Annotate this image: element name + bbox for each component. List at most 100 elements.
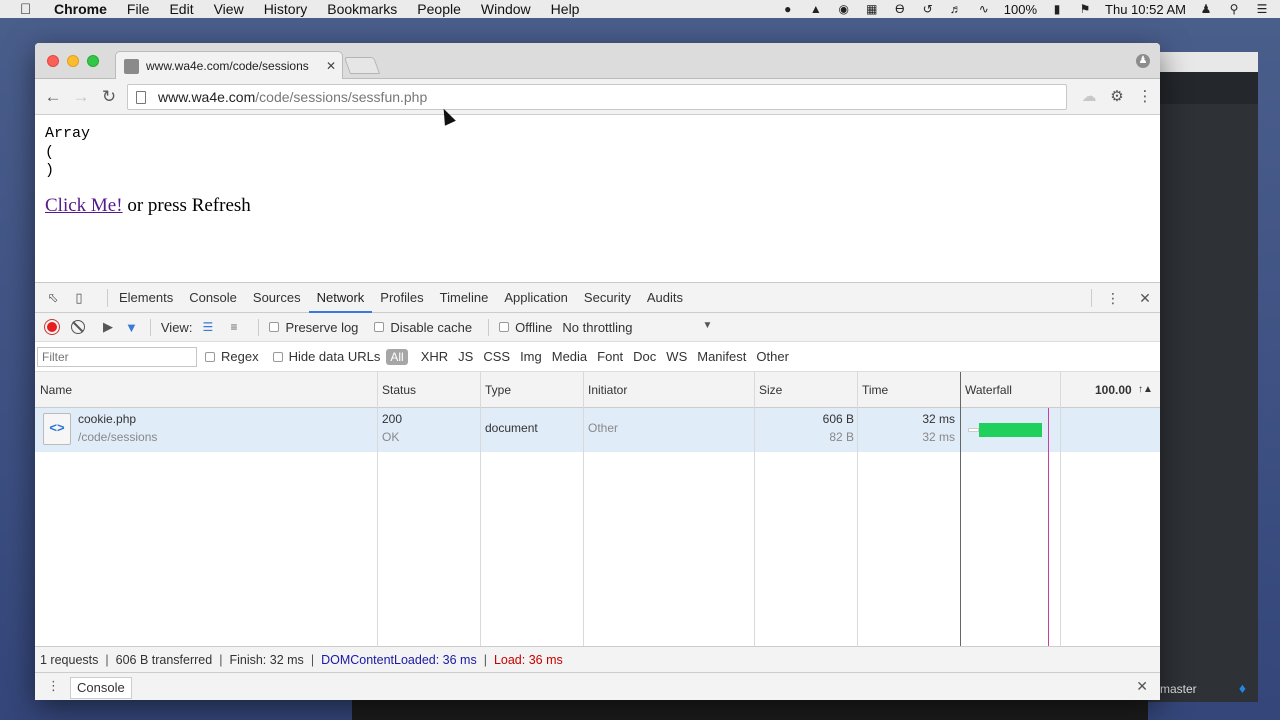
- notification-center-icon[interactable]: ☰: [1254, 2, 1270, 16]
- inspect-element-icon[interactable]: ⬁: [45, 290, 61, 306]
- column-header-type[interactable]: Type: [485, 372, 511, 408]
- spotlight-search-icon[interactable]: ⚲: [1226, 2, 1242, 16]
- waterfall-scale[interactable]: 100.00: [1095, 372, 1132, 408]
- filter-type-img[interactable]: Img: [520, 349, 542, 364]
- overview-icon[interactable]: ≡: [230, 320, 248, 334]
- minimize-window-button[interactable]: [67, 55, 79, 67]
- filter-type-other[interactable]: Other: [756, 349, 789, 364]
- menu-file[interactable]: File: [127, 1, 150, 17]
- disable-cache-checkbox[interactable]: Disable cache: [374, 320, 472, 335]
- filter-type-js[interactable]: JS: [458, 349, 473, 364]
- battery-icon[interactable]: ▮: [1049, 2, 1065, 16]
- page-info-icon[interactable]: [136, 90, 146, 104]
- tab-network[interactable]: Network: [308, 283, 373, 313]
- column-header-time[interactable]: Time: [862, 372, 888, 408]
- offline-checkbox[interactable]: Offline: [499, 320, 552, 335]
- new-tab-button[interactable]: [343, 57, 381, 74]
- drive-icon[interactable]: ▲: [808, 2, 824, 16]
- drawer-tab-console[interactable]: Console: [70, 677, 132, 699]
- profile-icon[interactable]: ♟: [1136, 54, 1150, 68]
- settings-gear-icon[interactable]: ⚙: [1108, 87, 1126, 107]
- menu-help[interactable]: Help: [551, 1, 580, 17]
- filter-icon[interactable]: ▼: [125, 320, 138, 335]
- filter-type-media[interactable]: Media: [552, 349, 587, 364]
- drawer-menu-icon[interactable]: ⋮: [47, 678, 60, 694]
- column-divider[interactable]: [583, 372, 584, 646]
- regex-label: Regex: [221, 349, 259, 364]
- column-header-waterfall[interactable]: Waterfall: [965, 372, 1012, 408]
- filter-type-font[interactable]: Font: [597, 349, 623, 364]
- large-rows-icon[interactable]: ☰: [202, 320, 220, 334]
- apple-menu-icon[interactable]: : [20, 1, 40, 18]
- menu-view[interactable]: View: [214, 1, 244, 17]
- tab-timeline[interactable]: Timeline: [432, 283, 497, 313]
- sort-arrow-icon[interactable]: ↑▲: [1138, 372, 1153, 408]
- forward-arrow-icon[interactable]: →: [71, 87, 91, 107]
- reload-icon[interactable]: ↻: [99, 87, 119, 107]
- request-name[interactable]: cookie.php: [78, 412, 136, 426]
- filter-type-ws[interactable]: WS: [666, 349, 687, 364]
- column-divider[interactable]: [754, 372, 755, 646]
- tab-console[interactable]: Console: [181, 283, 245, 313]
- waterfall-bar[interactable]: [979, 423, 1042, 437]
- column-header-status[interactable]: Status: [382, 372, 416, 408]
- flag-icon[interactable]: ⚑: [1077, 2, 1093, 16]
- menu-history[interactable]: History: [264, 1, 308, 17]
- battery-percent[interactable]: 100%: [1004, 2, 1037, 17]
- filter-type-all[interactable]: All: [386, 348, 408, 365]
- tab-close-icon[interactable]: ✕: [326, 59, 336, 73]
- column-divider[interactable]: [857, 372, 858, 646]
- summary-domcontentloaded: DOMContentLoaded: 36 ms: [321, 652, 477, 667]
- menu-bookmarks[interactable]: Bookmarks: [327, 1, 397, 17]
- clock[interactable]: Thu 10:52 AM: [1105, 2, 1186, 17]
- filter-type-manifest[interactable]: Manifest: [697, 349, 746, 364]
- device-toolbar-icon[interactable]: ▯: [71, 290, 87, 306]
- time-machine-icon[interactable]: ↺: [920, 2, 936, 16]
- close-window-button[interactable]: [47, 55, 59, 67]
- status-app-icon[interactable]: ●: [780, 2, 796, 16]
- cloud-extension-icon[interactable]: ☁: [1080, 87, 1098, 107]
- filter-type-doc[interactable]: Doc: [633, 349, 656, 364]
- address-bar[interactable]: www.wa4e.com/code/sessions/sessfun.php: [127, 84, 1067, 110]
- column-divider[interactable]: [1060, 372, 1061, 646]
- column-header-name[interactable]: Name: [40, 372, 72, 408]
- filter-type-xhr[interactable]: XHR: [421, 349, 448, 364]
- filter-input[interactable]: [37, 346, 197, 367]
- zoom-window-button[interactable]: [87, 55, 99, 67]
- throttling-select[interactable]: No throttling ▼: [562, 320, 712, 335]
- user-icon[interactable]: ♟: [1198, 2, 1214, 16]
- devtools-menu-icon[interactable]: ⋮: [1106, 288, 1120, 308]
- regex-checkbox[interactable]: Regex: [205, 349, 259, 364]
- tab-audits[interactable]: Audits: [639, 283, 691, 313]
- column-header-size[interactable]: Size: [759, 372, 782, 408]
- menu-app-name[interactable]: Chrome: [54, 1, 107, 17]
- wifi-icon[interactable]: ∿: [976, 2, 992, 16]
- devtools-close-icon[interactable]: ✕: [1138, 288, 1152, 308]
- back-arrow-icon[interactable]: ←: [43, 87, 63, 107]
- tab-security[interactable]: Security: [576, 283, 639, 313]
- chrome-menu-icon[interactable]: ⋮: [1136, 87, 1154, 107]
- menu-people[interactable]: People: [417, 1, 461, 17]
- hide-data-urls-checkbox[interactable]: Hide data URLs: [272, 349, 380, 364]
- record-status-icon[interactable]: ◉: [836, 2, 852, 16]
- filter-type-css[interactable]: CSS: [483, 349, 510, 364]
- clear-icon[interactable]: [71, 320, 85, 334]
- click-me-link[interactable]: Click Me!: [45, 195, 123, 216]
- capture-screenshots-icon[interactable]: ▶: [103, 319, 113, 335]
- tab-elements[interactable]: Elements: [111, 283, 181, 313]
- tab-application[interactable]: Application: [496, 283, 576, 313]
- tab-profiles[interactable]: Profiles: [372, 283, 431, 313]
- browser-tab-active[interactable]: www.wa4e.com/code/sessions ✕: [115, 51, 343, 80]
- drawer-close-icon[interactable]: ✕: [1136, 678, 1148, 695]
- column-divider[interactable]: [377, 372, 378, 646]
- volume-icon[interactable]: ♬: [948, 2, 964, 16]
- menu-edit[interactable]: Edit: [169, 1, 193, 17]
- memory-icon[interactable]: ▦: [864, 2, 880, 16]
- preserve-log-checkbox[interactable]: Preserve log: [269, 320, 358, 335]
- column-header-initiator[interactable]: Initiator: [588, 372, 627, 408]
- record-button[interactable]: [45, 320, 59, 334]
- column-divider[interactable]: [480, 372, 481, 646]
- tab-sources[interactable]: Sources: [245, 283, 309, 313]
- bluetooth-icon[interactable]: ϴ: [892, 2, 908, 16]
- menu-window[interactable]: Window: [481, 1, 531, 17]
